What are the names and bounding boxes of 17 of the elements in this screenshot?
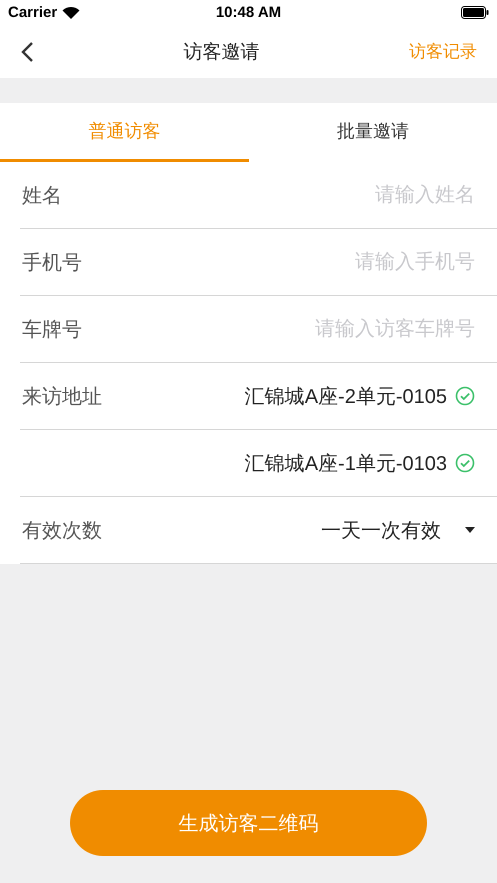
select-value[interactable]: 一天一次有效: [321, 516, 441, 544]
field-label: 姓名: [21, 184, 62, 208]
status-time: 10:48 AM: [216, 4, 282, 21]
page-title: 访客邀请: [184, 40, 260, 64]
address-value: 汇锦城A座-2单元-0105: [244, 384, 447, 410]
back-icon[interactable]: [20, 40, 34, 62]
field-label: 手机号: [21, 250, 82, 276]
field-label: 来访地址: [21, 384, 102, 410]
field-label: 有效次数: [21, 518, 102, 544]
visitor-records-link[interactable]: 访客记录: [409, 40, 477, 63]
wifi-icon: [62, 6, 80, 19]
address-value: 汇锦城A座-1单元-0103: [244, 452, 447, 476]
dropdown-caret-icon[interactable]: [465, 527, 475, 533]
generate-qr-button[interactable]: 生成访客二维码: [70, 790, 427, 856]
field-label: 车牌号: [21, 318, 82, 342]
carrier-text: Carrier: [8, 4, 58, 21]
battery-icon: [461, 6, 489, 19]
